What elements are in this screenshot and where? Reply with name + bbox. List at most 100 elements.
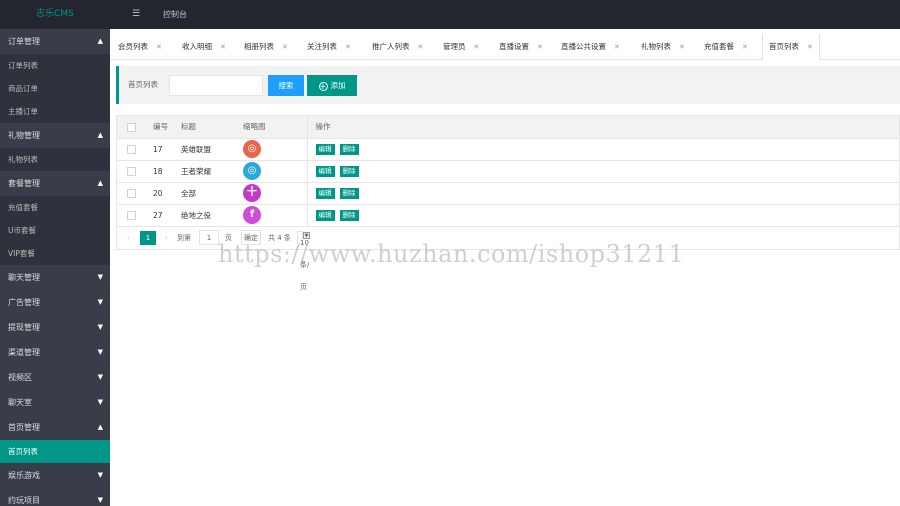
sidebar-item[interactable]: 订单列表 bbox=[0, 54, 110, 77]
app-logo[interactable]: 志乐CMS bbox=[0, 0, 110, 29]
sidebar-group[interactable]: 提现管理 ▼ bbox=[0, 315, 110, 340]
main-content: 首页列表 搜索 + 添加 编号 标题 缩略图 操作 17 英雄联盟 ◎ 编辑 删除 18 王者… bbox=[110, 60, 900, 506]
row-thumb-cell: ◎ bbox=[239, 160, 308, 183]
row-select-cell bbox=[117, 160, 145, 183]
thumbnail-icon: f bbox=[243, 206, 261, 224]
header-thumb: 缩略图 bbox=[239, 116, 308, 139]
pager-next[interactable]: › bbox=[165, 227, 168, 249]
row-select-cell bbox=[117, 204, 145, 227]
console-link[interactable]: 控制台 bbox=[163, 0, 187, 29]
close-icon[interactable]: ✕ bbox=[742, 43, 748, 51]
close-icon[interactable]: ✕ bbox=[537, 43, 543, 51]
sidebar-item[interactable]: U币套餐 bbox=[0, 219, 110, 242]
edit-button[interactable]: 编辑 bbox=[315, 165, 335, 177]
chevron-down-icon: ▼ bbox=[303, 231, 310, 239]
row-select-cell bbox=[117, 138, 145, 161]
delete-button[interactable]: 删除 bbox=[339, 143, 359, 155]
row-id: 17 bbox=[145, 138, 181, 161]
sidebar-group-label: 首页管理 bbox=[8, 423, 40, 432]
tab[interactable]: 收入明细 ✕ bbox=[182, 34, 226, 60]
close-icon[interactable]: ✕ bbox=[807, 43, 813, 51]
sidebar-submenu: 订单列表 商品订单 主播订单 bbox=[0, 54, 110, 123]
close-icon[interactable]: ✕ bbox=[614, 43, 620, 51]
tab[interactable]: 直播设置 ✕ bbox=[499, 34, 543, 60]
sidebar-group[interactable]: 订单管理 ▲ bbox=[0, 29, 110, 54]
row-id: 18 bbox=[145, 160, 181, 183]
tab-label: 直播设置 bbox=[499, 42, 529, 51]
sidebar-group[interactable]: 聊天管理 ▼ bbox=[0, 265, 110, 290]
caret-up-icon: ▲ bbox=[97, 131, 103, 139]
row-checkbox[interactable] bbox=[126, 166, 136, 176]
row-checkbox[interactable] bbox=[126, 210, 136, 220]
tab[interactable]: 管理员 ✕ bbox=[443, 34, 479, 60]
search-button[interactable]: 搜索 bbox=[268, 75, 304, 96]
close-icon[interactable]: ✕ bbox=[220, 43, 226, 51]
tab[interactable]: 首页列表 ✕ bbox=[762, 34, 820, 61]
add-button[interactable]: + 添加 bbox=[307, 75, 357, 96]
sidebar-item[interactable]: VIP套餐 bbox=[0, 242, 110, 265]
row-actions: 编辑 删除 bbox=[307, 204, 899, 227]
sidebar-group[interactable]: 渠道管理 ▼ bbox=[0, 340, 110, 365]
header-ops: 操作 bbox=[307, 116, 899, 139]
sidebar-group[interactable]: 礼物管理 ▲ bbox=[0, 123, 110, 148]
tab[interactable]: 充值套餐 ✕ bbox=[704, 34, 748, 60]
sidebar-group-label: 订单管理 bbox=[8, 37, 40, 46]
row-checkbox[interactable] bbox=[126, 144, 136, 154]
sidebar-item[interactable]: 首页列表 bbox=[0, 440, 110, 463]
top-bar: 志乐CMS ☰ 控制台 bbox=[0, 0, 900, 29]
caret-down-icon: ▼ bbox=[97, 398, 103, 406]
tab[interactable]: 会员列表 ✕ bbox=[118, 34, 162, 60]
tab[interactable]: 礼物列表 ✕ bbox=[641, 34, 685, 60]
sidebar-group[interactable]: 聊天室 ▼ bbox=[0, 390, 110, 415]
tab[interactable]: 关注列表 ✕ bbox=[307, 34, 351, 60]
sidebar-item[interactable]: 礼物列表 bbox=[0, 148, 110, 171]
sidebar-group[interactable]: 套餐管理 ▲ bbox=[0, 171, 110, 196]
close-icon[interactable]: ✕ bbox=[282, 43, 288, 51]
sidebar-item[interactable]: 主播订单 bbox=[0, 100, 110, 123]
table-row: 18 王者荣耀 ◎ 编辑 删除 bbox=[117, 160, 899, 183]
hamburger-icon[interactable]: ☰ bbox=[130, 8, 142, 20]
search-input[interactable] bbox=[169, 75, 263, 96]
pager-prev[interactable]: ‹ bbox=[127, 227, 130, 249]
edit-button[interactable]: 编辑 bbox=[315, 187, 335, 199]
close-icon[interactable]: ✕ bbox=[474, 43, 480, 51]
caret-down-icon: ▼ bbox=[97, 496, 103, 504]
sidebar-group[interactable]: 娱乐游戏 ▼ bbox=[0, 463, 110, 488]
tab[interactable]: 直播公共设置 ✕ bbox=[561, 34, 620, 60]
thumbnail-icon: ◎ bbox=[243, 140, 261, 158]
tab[interactable]: 相册列表 ✕ bbox=[244, 34, 288, 60]
delete-button[interactable]: 删除 bbox=[339, 209, 359, 221]
tab-label: 收入明细 bbox=[182, 42, 212, 51]
tab[interactable]: 推广人列表 ✕ bbox=[372, 34, 423, 60]
sidebar-item[interactable]: 充值套餐 bbox=[0, 196, 110, 219]
row-checkbox[interactable] bbox=[126, 188, 136, 198]
row-actions: 编辑 删除 bbox=[307, 138, 899, 161]
delete-button[interactable]: 删除 bbox=[339, 187, 359, 199]
sidebar-group[interactable]: 约玩项目 ▼ bbox=[0, 488, 110, 506]
sidebar-group[interactable]: 首页管理 ▲ bbox=[0, 415, 110, 440]
row-id: 27 bbox=[145, 204, 181, 227]
tab-label: 相册列表 bbox=[244, 42, 274, 51]
sidebar-group[interactable]: 广告管理 ▼ bbox=[0, 290, 110, 315]
row-title: 全部 bbox=[181, 182, 239, 205]
edit-button[interactable]: 编辑 bbox=[315, 143, 335, 155]
close-icon[interactable]: ✕ bbox=[345, 43, 351, 51]
pager-current-page[interactable]: 1 bbox=[140, 230, 156, 245]
select-all-cell bbox=[117, 116, 145, 139]
table-row: 27 绝地之役 f 编辑 删除 bbox=[117, 204, 899, 227]
sidebar-item[interactable]: 商品订单 bbox=[0, 77, 110, 100]
sidebar-group[interactable]: 视频区 ▼ bbox=[0, 365, 110, 390]
close-icon[interactable]: ✕ bbox=[418, 43, 424, 51]
caret-down-icon: ▼ bbox=[97, 373, 103, 381]
select-all-checkbox[interactable] bbox=[126, 122, 136, 132]
row-actions: 编辑 删除 bbox=[307, 160, 899, 183]
edit-button[interactable]: 编辑 bbox=[315, 209, 335, 221]
delete-button[interactable]: 删除 bbox=[339, 165, 359, 177]
tab-label: 关注列表 bbox=[307, 42, 337, 51]
caret-up-icon: ▲ bbox=[97, 179, 103, 187]
data-table: 编号 标题 缩略图 操作 17 英雄联盟 ◎ 编辑 删除 18 王者荣耀 ◎ 编辑 删除 20 全部十… bbox=[116, 115, 900, 291]
close-icon[interactable]: ✕ bbox=[679, 43, 685, 51]
close-icon[interactable]: ✕ bbox=[156, 43, 162, 51]
pager-page-input[interactable]: 1 bbox=[199, 229, 219, 245]
tab-label: 推广人列表 bbox=[372, 42, 410, 51]
